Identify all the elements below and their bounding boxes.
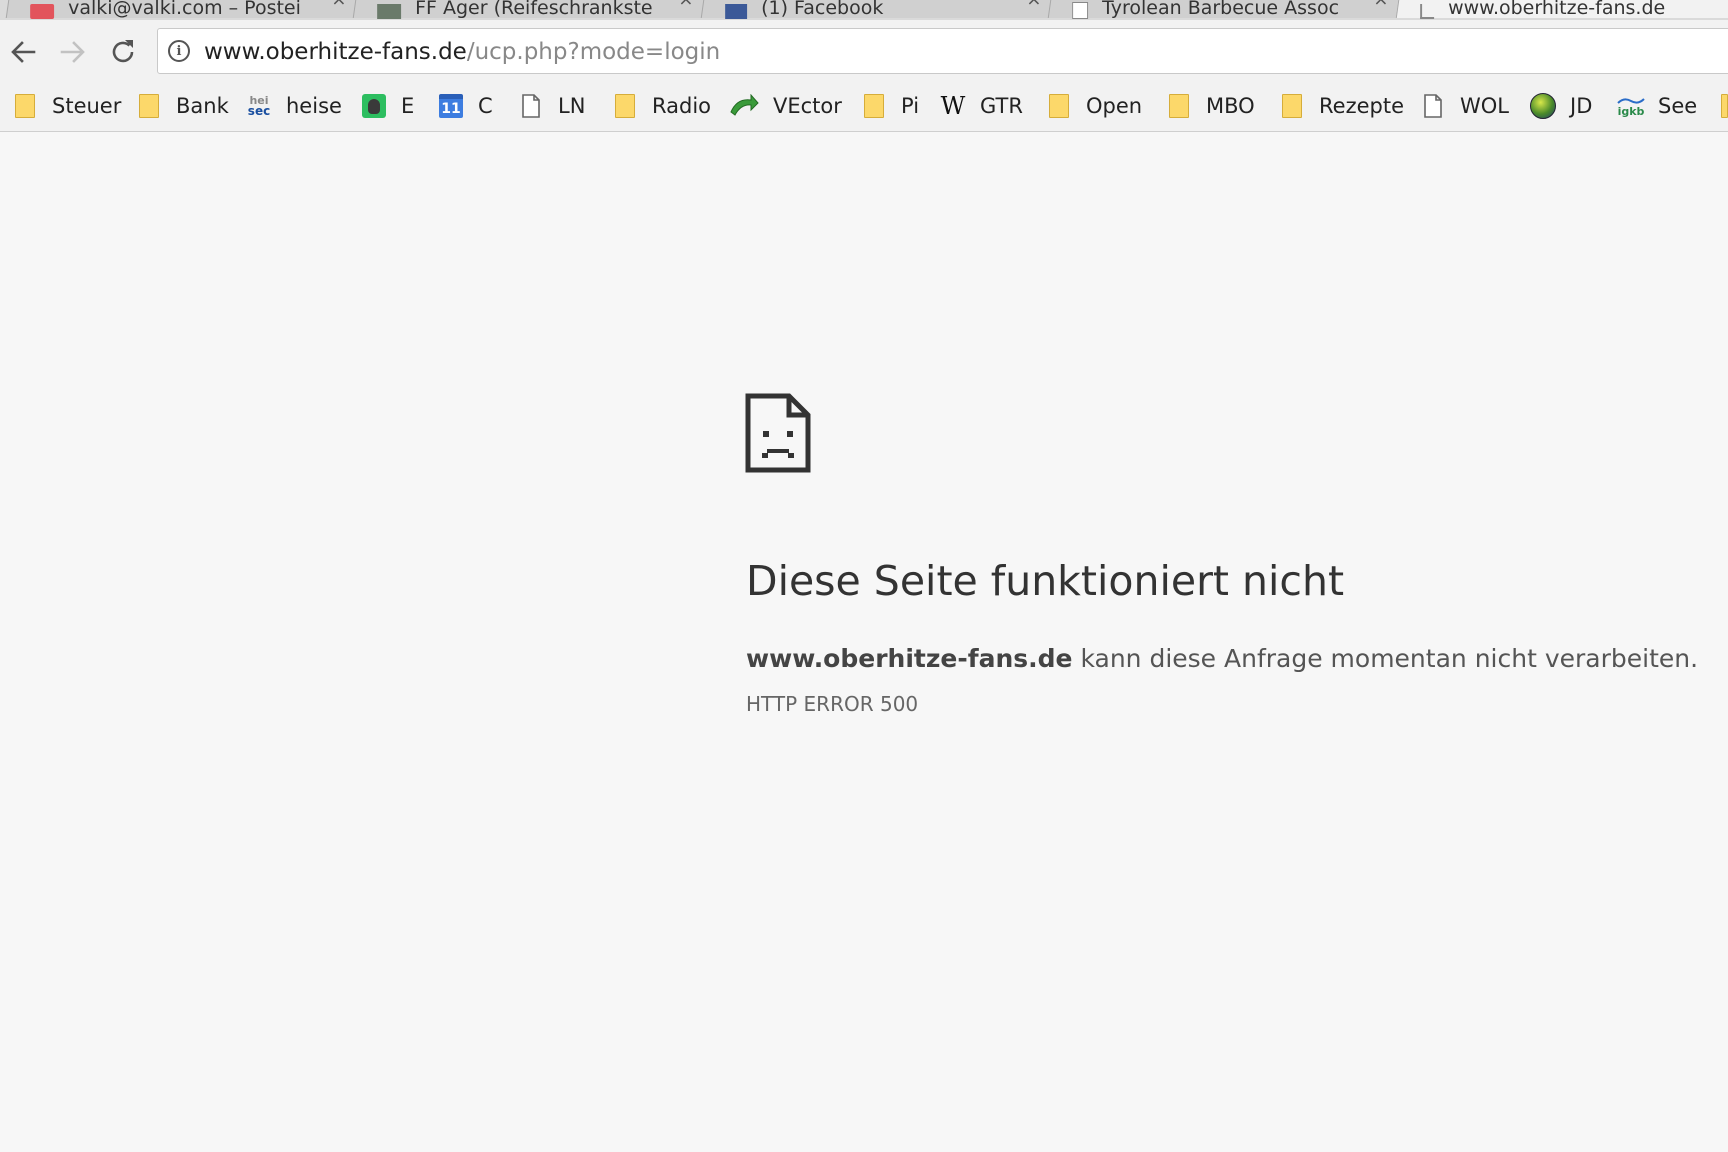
folder-icon <box>1279 93 1305 119</box>
page-icon <box>518 93 544 119</box>
heise-sec-icon: hei sec <box>246 93 272 119</box>
folder-icon <box>1721 93 1728 119</box>
browser-toolbar: i www.oberhitze-fans.de/ucp.php?mode=log… <box>0 20 1728 82</box>
bookmark-label: LN <box>558 94 586 118</box>
error-message: www.oberhitze-fans.de kann diese Anfrage… <box>746 644 1698 673</box>
wikipedia-icon: W <box>940 92 966 120</box>
bookmark-label: JD <box>1570 94 1593 118</box>
folder-icon <box>1046 93 1072 119</box>
site-info-icon[interactable]: i <box>168 40 190 62</box>
close-tab-icon[interactable]: × <box>331 0 346 10</box>
close-tab-icon[interactable]: × <box>1373 0 1388 10</box>
close-tab-icon[interactable]: × <box>1026 0 1041 10</box>
page-favicon-icon <box>1072 2 1089 19</box>
address-bar[interactable]: i www.oberhitze-fans.de/ucp.php?mode=log… <box>157 28 1728 74</box>
bookmark-label: E <box>401 94 415 118</box>
bookmark-label: Steuer <box>52 94 122 118</box>
reload-icon <box>112 40 134 63</box>
bookmark-open[interactable]: Open <box>1046 91 1142 121</box>
forward-arrow-icon <box>60 41 85 63</box>
mail-favicon-icon <box>30 4 55 19</box>
folder-icon <box>12 93 38 119</box>
bookmark-wol[interactable]: WOL <box>1420 91 1509 121</box>
url-host: www.oberhitze-fans.de <box>204 39 467 65</box>
close-tab-icon[interactable]: × <box>678 0 693 10</box>
evernote-icon <box>361 93 387 119</box>
bookmark-label: MBO <box>1206 94 1255 118</box>
globe-icon <box>1530 93 1556 119</box>
bookmark-label: Pi <box>901 94 920 118</box>
bookmark-mbo[interactable]: MBO <box>1166 91 1255 121</box>
bookmark-label: heise <box>286 94 342 118</box>
tab-title: FF Ager (Reifeschrankste <box>415 0 653 19</box>
bookmark-label: GTR <box>980 94 1023 118</box>
folder-icon <box>136 93 162 119</box>
tab-title: (1) Facebook <box>761 0 884 19</box>
bookmark-ln[interactable]: LN <box>518 91 585 121</box>
reload-button[interactable] <box>108 37 138 67</box>
error-message-text: kann diese Anfrage momentan nicht verarb… <box>1072 644 1699 673</box>
tab-facebook[interactable]: (1) Facebook × <box>700 0 1061 19</box>
page-icon <box>1420 93 1446 119</box>
tab-title: valki@valki.com – Postei <box>68 0 301 19</box>
error-code: HTTP ERROR 500 <box>746 692 919 716</box>
tab-title: www.oberhitze-fans.de <box>1448 0 1666 19</box>
bookmark-steuer[interactable]: Steuer <box>12 91 121 121</box>
tab-title: Tyrolean Barbecue Assoc <box>1102 0 1340 19</box>
bookmark-pi[interactable]: Pi <box>861 91 919 121</box>
bookmark-label: Bank <box>176 94 229 118</box>
bookmark-calendar[interactable]: 11 C <box>438 91 493 121</box>
folder-icon <box>1166 93 1192 119</box>
bookmark-label: See <box>1658 94 1698 118</box>
bookmark-label: Rezepte <box>1319 94 1404 118</box>
igkb-text: igkb <box>1617 104 1645 118</box>
tab-tyrolean-barbecue[interactable]: Tyrolean Barbecue Assoc × <box>1047 0 1408 19</box>
url-path: /ucp.php?mode=login <box>466 39 721 65</box>
bookmark-radio[interactable]: Radio <box>612 91 711 121</box>
calendar-icon: 11 <box>438 93 464 119</box>
bookmark-label: C <box>478 94 493 118</box>
bookmarks-bar: Steuer Bank hei sec heise E 11 C LN Radi… <box>0 82 1728 132</box>
bookmark-overflow-folder[interactable] <box>1721 91 1728 121</box>
bookmark-label: WOL <box>1460 94 1509 118</box>
tab-ff-ager[interactable]: FF Ager (Reifeschrankste × <box>352 0 713 19</box>
error-host: www.oberhitze-fans.de <box>746 644 1073 673</box>
tab-oberhitze-fans[interactable]: www.oberhitze-fans.de × <box>1395 0 1728 19</box>
back-button[interactable] <box>8 37 38 67</box>
tab-strip: valki@valki.com – Postei × FF Ager (Reif… <box>0 0 1728 20</box>
sad-page-icon <box>745 393 811 473</box>
igkb-icon: igkb <box>1617 93 1645 119</box>
back-arrow-icon <box>11 41 36 63</box>
address-url[interactable]: www.oberhitze-fans.de/ucp.php?mode=login <box>204 39 720 65</box>
calendar-day: 11 <box>439 94 463 118</box>
bookmark-bank[interactable]: Bank <box>136 91 229 121</box>
bookmark-label: VEctor <box>773 94 842 118</box>
tab-mail[interactable]: valki@valki.com – Postei × <box>5 0 366 19</box>
bookmark-gtr[interactable]: W GTR <box>940 91 1023 121</box>
bookmark-vector[interactable]: VEctor <box>729 91 842 121</box>
bookmark-see[interactable]: igkb See <box>1617 91 1698 121</box>
heise-icon-bottom: sec <box>247 104 271 118</box>
bookmark-label: Radio <box>652 94 712 118</box>
folder-icon <box>861 93 887 119</box>
bookmark-label: Open <box>1086 94 1143 118</box>
folder-icon <box>612 93 638 119</box>
bookmark-evernote[interactable]: E <box>361 91 414 121</box>
bookmark-heise[interactable]: hei sec heise <box>246 91 342 121</box>
forward-button[interactable] <box>58 37 88 67</box>
bookmark-rezepte[interactable]: Rezepte <box>1279 91 1404 121</box>
ff-ager-favicon-icon <box>377 4 402 19</box>
error-title: Diese Seite funktioniert nicht <box>746 557 1345 605</box>
loading-favicon-icon <box>1420 4 1435 19</box>
bookmark-jd[interactable]: JD <box>1530 91 1592 121</box>
facebook-favicon-icon <box>725 4 748 19</box>
vector-icon <box>729 93 759 119</box>
